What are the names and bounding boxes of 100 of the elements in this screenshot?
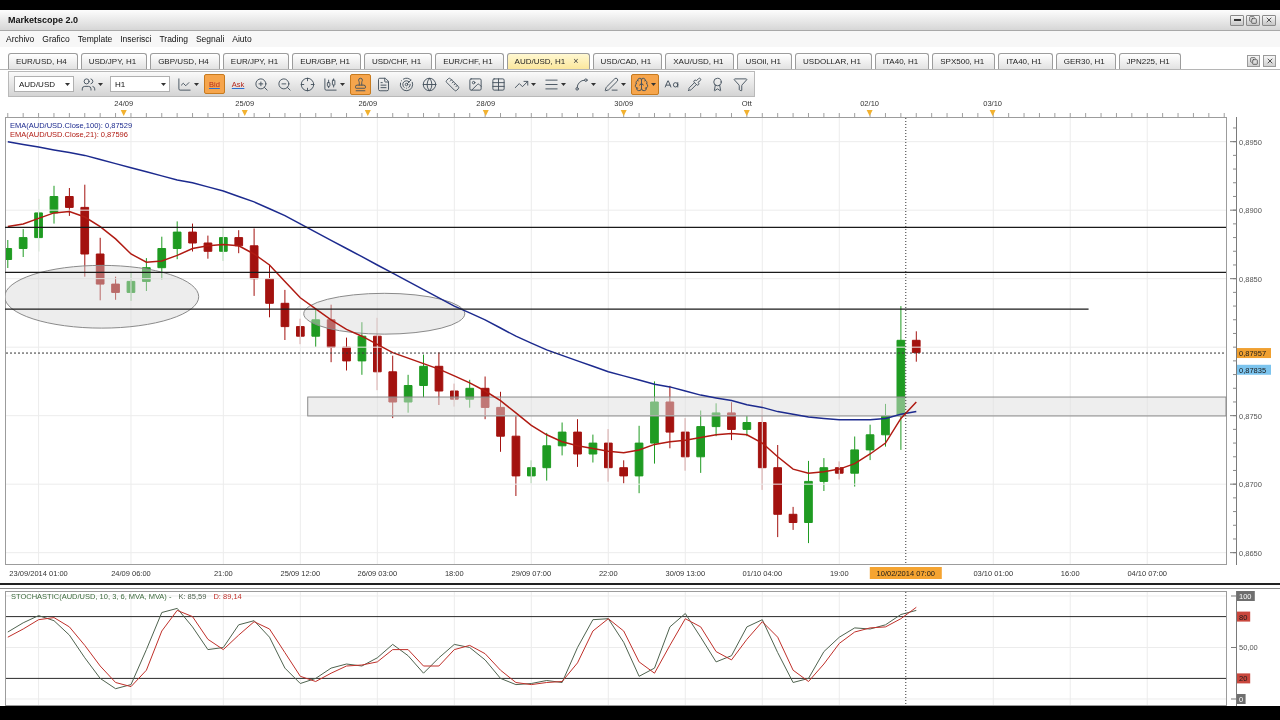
image-icon	[468, 76, 484, 92]
day-marker-icon	[989, 110, 996, 116]
tab-close-button[interactable]: ×	[573, 57, 579, 66]
candle	[203, 235, 213, 260]
minimize-button[interactable]	[1230, 14, 1244, 26]
candle	[188, 223, 197, 252]
candle	[5, 239, 13, 269]
close-button[interactable]	[1263, 55, 1276, 67]
chart-tab[interactable]: USD/CAD, H1	[592, 53, 663, 69]
menu-item[interactable]: Grafico	[42, 34, 70, 44]
candle	[18, 228, 28, 258]
horizontal-lines-icon	[544, 76, 560, 92]
day-marker-icon	[120, 110, 127, 116]
chart-tab[interactable]: USD/CHF, H1	[363, 53, 433, 69]
chart-tab[interactable]: USDOLLAR, H1	[795, 53, 872, 69]
candle	[727, 401, 736, 441]
pen-icon	[604, 76, 620, 92]
candle	[311, 308, 321, 348]
caret-icon	[651, 82, 657, 86]
menu-item[interactable]: Segnali	[195, 34, 225, 44]
dropdown-select[interactable]: AUD/USD	[14, 76, 74, 92]
close-icon	[1265, 57, 1274, 65]
candle	[619, 459, 628, 484]
candle	[388, 355, 398, 419]
day-marker-icon	[482, 110, 489, 116]
chart-tab[interactable]: EUR/GBP, H1	[292, 53, 361, 69]
chart-tab[interactable]: ITA40, H1	[998, 53, 1053, 69]
restore-icon	[1249, 16, 1257, 24]
caret-icon	[98, 82, 103, 86]
chart-tab[interactable]: AUD/USD, H1 ×	[506, 53, 590, 69]
radar-icon	[399, 76, 415, 92]
candle	[65, 187, 74, 217]
restore-icon	[1249, 57, 1258, 65]
day-marker-icon	[620, 110, 627, 116]
toolbar-button[interactable]	[350, 73, 372, 95]
candle	[342, 337, 351, 371]
candle	[142, 257, 151, 292]
caret-icon	[591, 82, 597, 86]
day-marker-icon	[743, 110, 750, 116]
restore-button[interactable]	[1246, 14, 1260, 26]
caret-icon	[340, 82, 346, 86]
chart-tab[interactable]: ITA40, H1	[874, 53, 930, 69]
dropdown-select[interactable]: H1	[110, 76, 170, 92]
candle	[711, 402, 721, 437]
chart-tab[interactable]: USD/JPY, H1	[80, 53, 148, 69]
candle	[357, 321, 367, 376]
crosshair-icon	[300, 76, 316, 92]
candle	[788, 506, 798, 531]
caret-icon	[561, 82, 567, 86]
chart-tab[interactable]: EUR/JPY, H1	[222, 53, 290, 69]
curve-icon	[574, 76, 590, 92]
chart-tab[interactable]: EUR/USD, H4	[8, 53, 78, 69]
restore-button[interactable]	[1247, 55, 1260, 67]
chart-tab[interactable]: SPX500, H1	[932, 53, 996, 69]
menu-item[interactable]: Template	[77, 34, 113, 44]
zoom-in-icon	[254, 76, 270, 92]
candle	[434, 351, 444, 406]
caret-icon	[621, 82, 627, 86]
chart-tab[interactable]: JPN225, H1	[1118, 53, 1181, 69]
candle	[95, 237, 105, 301]
candle	[557, 422, 567, 456]
users-icon	[81, 76, 96, 92]
candle	[265, 264, 274, 318]
day-marker-icon	[364, 110, 371, 116]
menu-item[interactable]: Inserisci	[120, 34, 152, 44]
caret-icon	[531, 82, 537, 86]
day-marker-icon	[241, 110, 248, 116]
candle	[634, 425, 644, 494]
candlestick-icon	[323, 76, 339, 92]
candle	[573, 418, 582, 468]
candle	[819, 457, 829, 492]
minimize-icon	[1233, 19, 1241, 21]
close-button[interactable]	[1262, 14, 1276, 26]
chart-tab[interactable]: GER30, H1	[1055, 53, 1116, 69]
candle	[465, 379, 475, 409]
candle	[111, 276, 120, 301]
caret-icon	[161, 82, 166, 86]
menu-item[interactable]: Aiuto	[232, 34, 252, 44]
candle	[172, 220, 182, 260]
pipette-icon	[687, 76, 703, 92]
stamp-icon	[353, 76, 369, 92]
chart-tab[interactable]: GBP/USD, H4	[150, 53, 220, 69]
brain-icon	[634, 76, 650, 92]
candle	[665, 385, 675, 449]
toolbar-button[interactable]	[631, 73, 660, 95]
candle	[234, 229, 244, 254]
menu-item[interactable]: Archivo	[6, 34, 35, 44]
chart-tab[interactable]: EUR/CHF, H1	[435, 53, 504, 69]
caret-icon	[65, 82, 70, 86]
chart-tab[interactable]: XAU/USD, H1	[665, 53, 735, 69]
candle	[157, 236, 167, 280]
candle	[696, 410, 705, 474]
candle	[865, 424, 875, 461]
chart-tab[interactable]: USOil, H1	[737, 53, 793, 69]
candle	[911, 330, 921, 363]
candle	[280, 289, 290, 341]
menu-item[interactable]: Trading	[159, 34, 188, 44]
candle	[49, 185, 59, 225]
caret-icon	[194, 82, 199, 86]
day-marker-icon	[866, 110, 873, 116]
